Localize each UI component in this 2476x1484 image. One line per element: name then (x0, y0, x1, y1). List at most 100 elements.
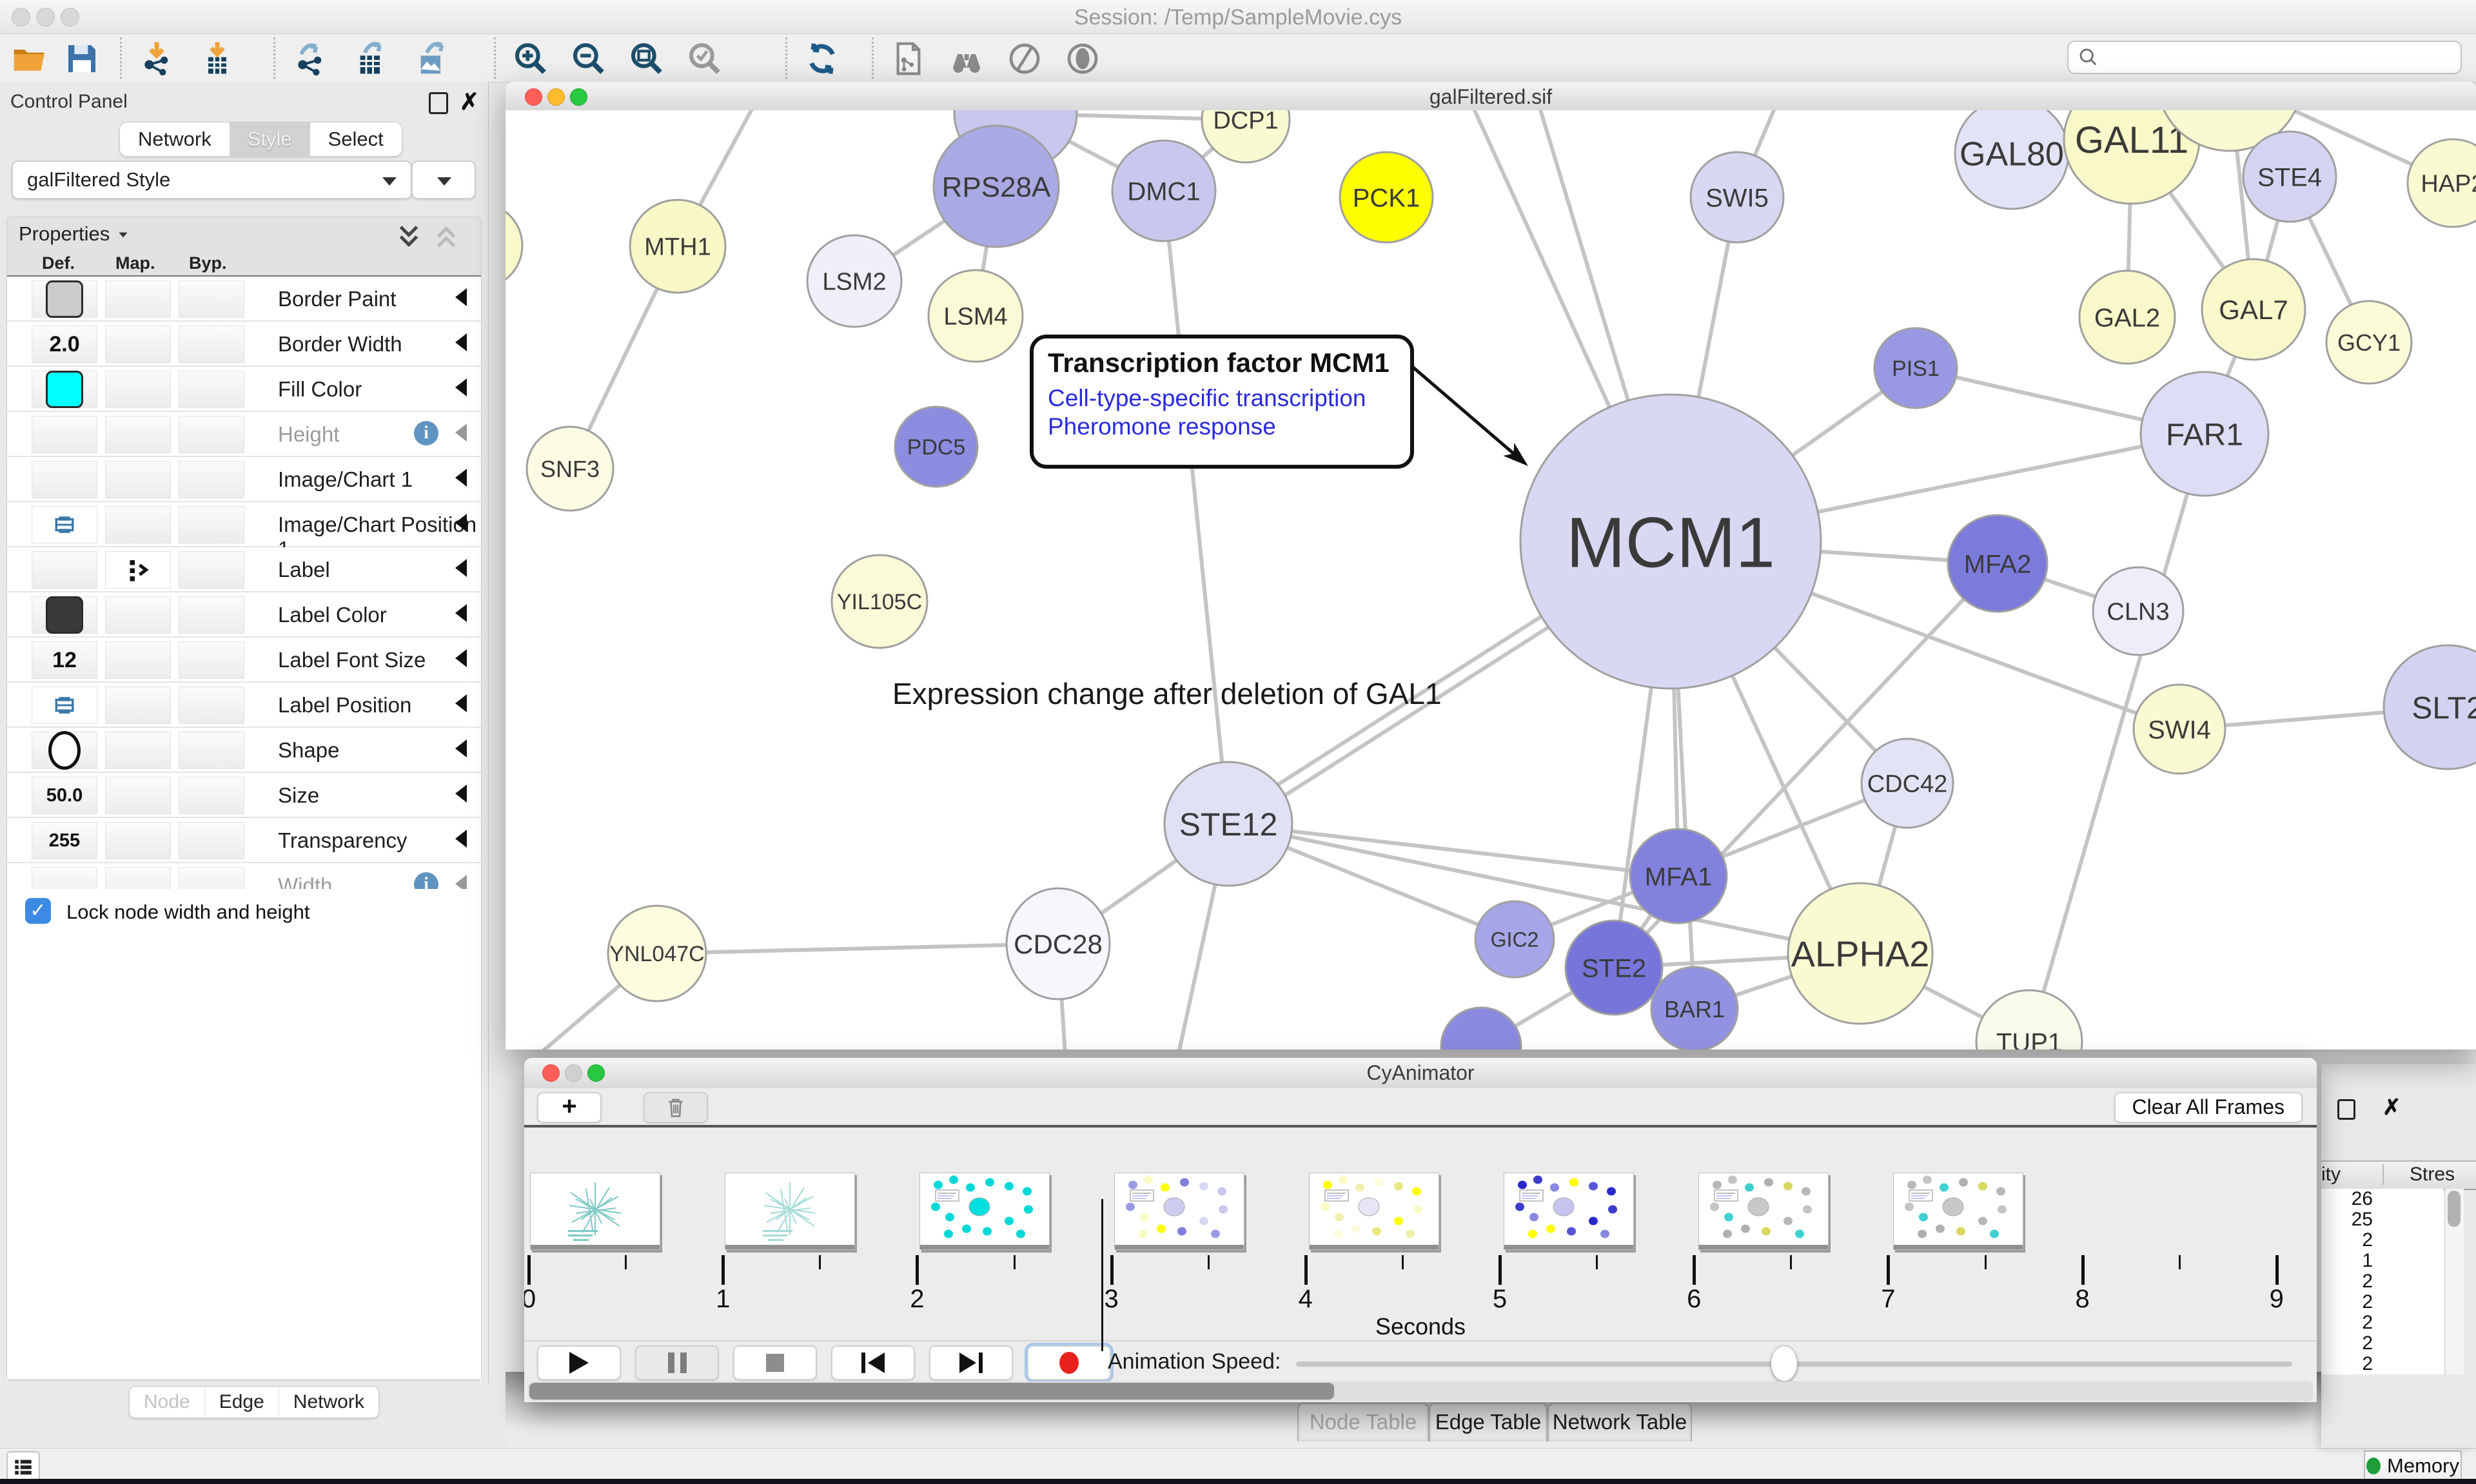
mapping-cell[interactable] (105, 551, 171, 589)
expand-property-icon[interactable] (455, 694, 467, 712)
network-node-PIS1[interactable]: PIS1 (1874, 328, 1957, 408)
network-node-MCM1[interactable]: MCM1 (1520, 395, 1821, 688)
bypass-cell[interactable] (179, 506, 244, 543)
expand-property-icon[interactable] (455, 424, 467, 442)
default-value-cell[interactable] (32, 596, 97, 634)
mapping-cell[interactable] (105, 822, 171, 859)
property-row-image-chart-1[interactable]: Image/Chart 1 (7, 457, 481, 502)
network-node-CLN3[interactable]: CLN3 (2093, 567, 2183, 655)
bypass-cell[interactable] (179, 280, 244, 318)
pause-button[interactable] (635, 1345, 719, 1380)
frame-thumbnail-4[interactable] (1309, 1173, 1439, 1250)
network-node-SLT2[interactable]: SLT2 (2384, 645, 2476, 769)
table-cell-value[interactable]: 2 (2321, 1230, 2444, 1251)
network-node-partial[interactable] (506, 203, 522, 288)
save-icon[interactable] (62, 39, 102, 78)
network-node-GIC2[interactable]: GIC2 (1475, 901, 1554, 977)
property-row-image-chart-position-1[interactable]: Image/Chart Position 1 (7, 502, 481, 547)
network-node-SWI5[interactable]: SWI5 (1691, 152, 1783, 242)
default-value-cell[interactable] (32, 371, 97, 408)
network-node-CDC28[interactable]: CDC28 (1007, 888, 1110, 999)
mapping-cell[interactable] (105, 777, 171, 814)
clear-all-frames-button[interactable]: Clear All Frames (2114, 1092, 2303, 1123)
timeline[interactable]: Seconds 0123456789 (524, 1125, 2317, 1343)
tab-edge-table[interactable]: Edge Table (1429, 1403, 1548, 1441)
expand-property-icon[interactable] (455, 514, 467, 532)
mapping-cell[interactable] (105, 506, 171, 543)
mapping-cell[interactable] (105, 687, 171, 724)
expand-property-icon[interactable] (455, 739, 467, 757)
stop-button[interactable] (733, 1345, 817, 1380)
expand-property-icon[interactable] (455, 333, 467, 351)
next-frame-button[interactable] (929, 1345, 1013, 1380)
expand-all-icon[interactable] (396, 224, 422, 249)
network-node-PDC5[interactable]: PDC5 (895, 407, 978, 487)
search-input[interactable] (2099, 46, 2451, 69)
frame-thumbnail-2[interactable] (919, 1173, 1050, 1250)
tab-network-table[interactable]: Network Table (1548, 1403, 1692, 1441)
record-button[interactable] (1027, 1345, 1111, 1380)
tab-node[interactable]: Node (130, 1387, 204, 1418)
network-canvas[interactable]: DCP1RPS28ADMC1MTH1LSM2LSM4PCK1SWI5GAL80G… (506, 110, 2476, 1050)
network-node-LSM2[interactable]: LSM2 (807, 235, 901, 327)
frame-thumbnail-7[interactable] (1893, 1173, 2023, 1250)
frame-thumbnail-0[interactable] (530, 1173, 660, 1250)
memory-button[interactable]: Memory (2364, 1450, 2462, 1481)
table-cell-value[interactable]: 25 (2321, 1209, 2444, 1230)
default-value-cell[interactable] (32, 461, 97, 498)
property-row-size[interactable]: 50.0Size (7, 773, 481, 818)
import-network-icon[interactable] (137, 39, 177, 78)
network-node-HAP2[interactable]: HAP2 (2408, 139, 2476, 227)
tab-select[interactable]: Select (310, 122, 402, 156)
expand-property-icon[interactable] (455, 604, 467, 622)
property-row-fill-color[interactable]: Fill Color (7, 367, 481, 412)
default-value-cell[interactable]: 50.0 (32, 777, 97, 814)
show-details-icon[interactable] (1063, 39, 1103, 78)
properties-header[interactable]: Properties (19, 222, 130, 246)
expand-property-icon[interactable] (455, 649, 467, 667)
import-table-icon[interactable] (197, 39, 237, 78)
table-cell-value[interactable]: 2 (2321, 1313, 2444, 1333)
mapping-cell[interactable] (105, 461, 171, 498)
tab-style[interactable]: Style (230, 122, 310, 156)
mapping-cell[interactable] (105, 280, 171, 318)
bypass-cell[interactable] (179, 641, 244, 679)
bypass-cell[interactable] (179, 416, 244, 453)
export-network-icon[interactable] (290, 39, 330, 78)
property-row-label[interactable]: Label (7, 547, 481, 592)
table-cell-value[interactable]: 26 (2321, 1189, 2444, 1209)
search-binoculars-icon[interactable] (947, 39, 987, 78)
add-frame-button[interactable]: + (537, 1092, 602, 1123)
network-node-GAL2[interactable]: GAL2 (2079, 271, 2175, 364)
network-node-STE4[interactable]: STE4 (2243, 132, 2336, 222)
property-row-transparency[interactable]: 255Transparency (7, 818, 481, 863)
annotation-box[interactable]: Transcription factor MCM1 Cell-type-spec… (1030, 335, 1414, 469)
annotation-link-1[interactable]: Cell-type-specific transcription (1048, 385, 1410, 412)
property-row-label-font-size[interactable]: 12Label Font Size (7, 638, 481, 683)
table-cell-value[interactable]: 2 (2321, 1292, 2444, 1313)
tab-network-attr[interactable]: Network (279, 1387, 378, 1418)
annotation-link-2[interactable]: Pheromone response (1048, 413, 1410, 440)
animation-speed-handle[interactable] (1771, 1345, 1798, 1381)
bypass-cell[interactable] (179, 461, 244, 498)
network-node-GAL7[interactable]: GAL7 (2202, 259, 2305, 360)
frame-thumbnail-5[interactable] (1504, 1173, 1634, 1250)
zoom-fit-icon[interactable] (627, 39, 667, 78)
canvas-caption[interactable]: Expression change after deletion of GAL1 (892, 676, 1442, 711)
expand-property-icon[interactable] (455, 785, 467, 803)
property-row-label-color[interactable]: Label Color (7, 592, 481, 638)
bypass-cell[interactable] (179, 371, 244, 408)
bypass-cell[interactable] (179, 732, 244, 769)
timeline-playhead[interactable] (1101, 1199, 1103, 1351)
default-value-cell[interactable] (32, 506, 97, 543)
network-node-DCP1[interactable]: DCP1 (1202, 110, 1290, 162)
frame-thumbnail-3[interactable] (1114, 1173, 1244, 1250)
default-value-cell[interactable]: 255 (32, 822, 97, 859)
expand-property-icon[interactable] (455, 469, 467, 487)
frame-thumbnail-1[interactable] (725, 1173, 855, 1250)
expand-property-icon[interactable] (455, 830, 467, 848)
frame-thumbnail-6[interactable] (1698, 1173, 1829, 1250)
default-value-cell[interactable]: 12 (32, 641, 97, 679)
table-cell-value[interactable]: 2 (2321, 1354, 2444, 1374)
mapping-cell[interactable] (105, 641, 171, 679)
